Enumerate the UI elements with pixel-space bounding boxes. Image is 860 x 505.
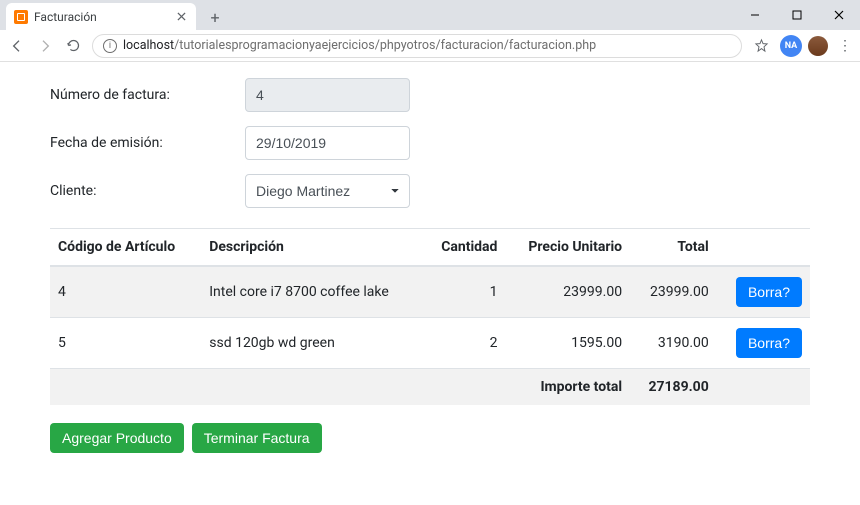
date-label: Fecha de emisión: xyxy=(50,135,245,151)
th-desc: Descripción xyxy=(201,229,423,267)
footer-spacer2 xyxy=(717,369,810,406)
site-info-icon[interactable]: i xyxy=(103,39,117,53)
delete-button[interactable]: Borra? xyxy=(736,328,802,358)
forward-button[interactable] xyxy=(32,33,58,59)
browser-window: Facturación + i localhost/tutorialesprog… xyxy=(0,0,860,505)
table-footer-row: Importe total 27189.00 xyxy=(50,369,810,406)
new-tab-button[interactable]: + xyxy=(202,4,228,30)
cell-qty: 2 xyxy=(423,318,505,369)
add-product-button[interactable]: Agregar Producto xyxy=(50,423,184,453)
url-field[interactable]: i localhost/tutorialesprogramacionyaejer… xyxy=(92,34,742,58)
url-path: /tutorialesprogramacionyaejercicios/phpy… xyxy=(174,38,596,53)
row-client: Cliente: Diego Martinez xyxy=(50,174,810,208)
cell-action: Borra? xyxy=(717,318,810,369)
table-row: 4 Intel core i7 8700 coffee lake 1 23999… xyxy=(50,266,810,318)
cell-action: Borra? xyxy=(717,266,810,318)
table-header-row: Código de Artículo Descripción Cantidad … xyxy=(50,229,810,267)
xampp-icon xyxy=(14,10,28,24)
cell-code: 4 xyxy=(50,266,201,318)
star-icon[interactable] xyxy=(748,33,774,59)
client-select[interactable]: Diego Martinez xyxy=(245,174,410,208)
th-unit: Precio Unitario xyxy=(505,229,630,267)
tab-strip: Facturación + xyxy=(0,0,860,30)
tab-title: Facturación xyxy=(34,10,170,24)
cell-qty: 1 xyxy=(423,266,505,318)
footer-total: 27189.00 xyxy=(630,369,717,406)
minimize-button[interactable] xyxy=(734,0,776,30)
th-actions xyxy=(717,229,810,267)
page-content: Número de factura: Fecha de emisión: Cli… xyxy=(0,62,860,505)
close-icon[interactable] xyxy=(174,10,188,24)
row-date: Fecha de emisión: xyxy=(50,126,810,160)
menu-icon[interactable]: ⋮ xyxy=(834,38,856,54)
browser-tab[interactable]: Facturación xyxy=(6,3,196,30)
cell-desc: ssd 120gb wd green xyxy=(201,318,423,369)
cell-unit: 23999.00 xyxy=(505,266,630,318)
back-button[interactable] xyxy=(4,33,30,59)
url-domain: localhost xyxy=(123,38,174,53)
cell-total: 3190.00 xyxy=(630,318,717,369)
window-controls xyxy=(734,0,860,30)
finish-invoice-button[interactable]: Terminar Factura xyxy=(192,423,322,453)
row-invoice-number: Número de factura: xyxy=(50,78,810,112)
th-total: Total xyxy=(630,229,717,267)
cell-desc: Intel core i7 8700 coffee lake xyxy=(201,266,423,318)
reload-button[interactable] xyxy=(60,33,86,59)
client-label: Cliente: xyxy=(50,183,245,199)
invoice-number-label: Número de factura: xyxy=(50,87,245,103)
action-buttons: Agregar Producto Terminar Factura xyxy=(50,423,810,453)
close-window-button[interactable] xyxy=(818,0,860,30)
th-code: Código de Artículo xyxy=(50,229,201,267)
cell-total: 23999.00 xyxy=(630,266,717,318)
address-bar: i localhost/tutorialesprogramacionyaejer… xyxy=(0,30,860,62)
th-qty: Cantidad xyxy=(423,229,505,267)
table-row: 5 ssd 120gb wd green 2 1595.00 3190.00 B… xyxy=(50,318,810,369)
items-table: Código de Artículo Descripción Cantidad … xyxy=(50,228,810,405)
footer-label: Importe total xyxy=(505,369,630,406)
date-input[interactable] xyxy=(245,126,410,160)
invoice-number-input xyxy=(245,78,410,112)
cell-unit: 1595.00 xyxy=(505,318,630,369)
footer-spacer xyxy=(50,369,505,406)
cell-code: 5 xyxy=(50,318,201,369)
extension-icon[interactable]: NA xyxy=(780,35,802,57)
delete-button[interactable]: Borra? xyxy=(736,277,802,307)
maximize-button[interactable] xyxy=(776,0,818,30)
profile-avatar[interactable] xyxy=(808,36,828,56)
